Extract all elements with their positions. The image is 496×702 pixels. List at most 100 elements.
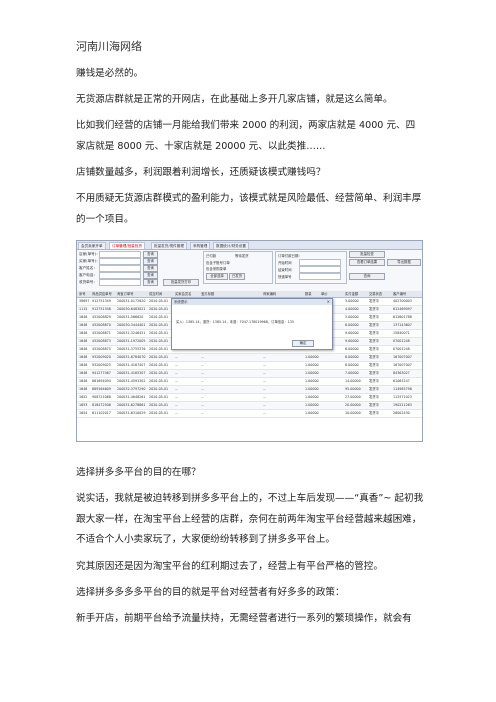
table-cell: 2020-05-01	[149, 323, 169, 327]
table-cell: 1648	[79, 331, 88, 335]
search-button[interactable]: 查询	[143, 258, 158, 265]
table-cell: 1.00000	[305, 363, 319, 367]
table-cell: …	[175, 411, 179, 415]
table-cell: 200031-1972005	[117, 339, 146, 343]
end-date-input[interactable]	[299, 266, 341, 273]
tab-seller-order[interactable]: 会员卖家开单	[78, 242, 106, 249]
table-cell: 200031-4167407	[117, 363, 146, 367]
customer-name-input[interactable]	[99, 265, 141, 272]
table-row[interactable]: 1652 908721068 200031-4648261 2020-05-01 … … ……	[77, 394, 422, 402]
paragraph: 究其原因还是因为淘宝平台的红利期过去了，经营上有平台严格的管控。	[76, 561, 383, 572]
table-cell: 452008875	[92, 347, 111, 351]
table-cell: 1648	[79, 347, 88, 351]
table-row[interactable]: 1648 861694094 200031-4591302 2020-05-01 … … ……	[77, 378, 422, 386]
table-cell: 2020-05-01	[149, 411, 169, 415]
table-cell: 27.00000	[345, 395, 361, 399]
search-button[interactable]: 查询	[143, 265, 158, 272]
search-button[interactable]: 查询	[143, 272, 158, 279]
shop-order-input[interactable]	[99, 251, 141, 258]
batch-check-button[interactable]: 批量检查	[349, 251, 385, 258]
table-cell: …	[175, 363, 179, 367]
table-cell: 200031-6310029	[117, 411, 146, 415]
table-cell: …	[263, 395, 267, 399]
query-button[interactable]: 查询	[349, 273, 385, 280]
table-row[interactable]: 1648 932009025 200031-4167407 2020-05-01 … … ……	[77, 362, 422, 370]
export-button[interactable]: 导出数据	[387, 259, 421, 266]
table-cell: 1.00000	[305, 403, 319, 407]
paragraph: 无货源店群就是正常的开网店，在此基础上多开几家店铺，就是这么简单。	[76, 94, 393, 105]
view-result-button[interactable]: 查看订单结果	[349, 259, 385, 266]
table-cell: 2020-05-01	[149, 339, 169, 343]
search-button[interactable]: 查询	[143, 279, 158, 286]
end-date-label: 结束时间	[278, 268, 292, 272]
batch-print-button[interactable]: 批量发货打印	[163, 279, 199, 286]
table-cell: 200031-6278861	[117, 403, 146, 407]
table-row[interactable]: 1654 611102017 200031-6310029 2020-05-01 … … ……	[77, 410, 422, 418]
table-cell: …	[263, 355, 267, 359]
table-cell: 1.00000	[305, 411, 319, 415]
table-cell: 8.00000	[345, 323, 359, 327]
table-row[interactable]: 1648 941277467 200031-4165307 2020-05-01 … … ……	[77, 370, 422, 378]
table-cell: 1648	[79, 363, 88, 367]
table-cell: 发货中	[369, 347, 379, 351]
table-cell: 2020-05-01	[149, 315, 169, 319]
option-purchase[interactable]: 包含采购录单	[206, 266, 226, 271]
tab-purchase[interactable]: 采购管理	[190, 242, 211, 249]
option-paid[interactable]: 已付款	[206, 253, 216, 258]
table-cell: 167007007	[393, 363, 412, 367]
table-cell: 发货中	[369, 331, 379, 335]
table-cell: 611102017	[92, 411, 111, 415]
form-label: 收货单号：	[79, 280, 97, 284]
table-cell: 26002430	[393, 411, 410, 415]
table-cell: …	[263, 363, 267, 367]
table-cell: 200031-4165307	[117, 371, 146, 375]
table-cell: 114985798	[393, 387, 412, 391]
start-date-input[interactable]	[299, 259, 341, 266]
table-cell: 452008871	[92, 331, 111, 335]
table-row[interactable]: 1653 818472508 200031-6278861 2020-05-01 … … ……	[77, 402, 422, 410]
table-cell: 612601788	[393, 315, 412, 319]
form-label: 买家(单号)：	[79, 259, 100, 263]
table-cell: 912751348	[92, 307, 111, 311]
select-all-button[interactable]: 全部选择	[206, 273, 228, 280]
table-cell: 2020-05-01	[149, 299, 169, 303]
table-row[interactable]: 1648 889164609 200032-3797290 2020-05-01 … … ……	[77, 386, 422, 394]
table-cell: 2020-05-01	[149, 355, 169, 359]
table-cell: 1648	[79, 355, 88, 359]
tracking-number-input[interactable]	[299, 273, 341, 280]
table-cell: 发货中	[369, 299, 379, 303]
tracking-input[interactable]	[99, 279, 141, 286]
tab-shipping[interactable]: 批量发货/揽件管理	[151, 242, 187, 249]
table-row[interactable]: 1648 932009020 200031-6784070 2020-05-01 … … ……	[77, 354, 422, 362]
table-cell: 1.00000	[305, 387, 319, 391]
table-cell: 1648	[79, 371, 88, 375]
col-header: 宝贝标题	[201, 292, 215, 296]
dialog-message: 买入：1385.14，退货：1385.14，未退：7047.178019968，…	[176, 320, 294, 324]
table-cell: 2020-05-01	[149, 403, 169, 407]
table-cell: 912751349	[92, 299, 111, 303]
table-cell: 9.00000	[345, 331, 359, 335]
table-cell: …	[263, 403, 267, 407]
tab-stats[interactable]: 数据统计/财务设置	[213, 242, 249, 249]
table-cell: 932009025	[92, 363, 111, 367]
table-cell: 200032-3797290	[117, 387, 146, 391]
table-cell: 发货中	[369, 403, 379, 407]
table-cell: 61063247	[393, 379, 410, 383]
option-waiting[interactable]: 等待发货	[235, 253, 249, 258]
table-cell: 2020-05-01	[149, 363, 169, 367]
search-button[interactable]: 查询	[143, 251, 158, 258]
customer-phone-input[interactable]	[99, 272, 141, 279]
table-cell: 发货中	[369, 323, 379, 327]
tracking-label: 快递单号	[278, 275, 292, 279]
shipped-button[interactable]: 已发货	[229, 273, 245, 280]
tab-order-management[interactable]: 订单管理/批量找货	[109, 242, 145, 249]
option-sub-account[interactable]: 包含子账号订单	[206, 260, 230, 265]
table-cell: 200030-6483021	[117, 307, 146, 311]
table-cell: 908721068	[92, 395, 111, 399]
close-icon[interactable]: ×	[327, 299, 330, 305]
dialog-ok-button[interactable]: 确定	[292, 340, 314, 347]
table-cell: …	[175, 387, 179, 391]
table-cell: …	[201, 355, 205, 359]
table-cell: …	[263, 371, 267, 375]
buyer-order-input[interactable]	[99, 258, 141, 265]
